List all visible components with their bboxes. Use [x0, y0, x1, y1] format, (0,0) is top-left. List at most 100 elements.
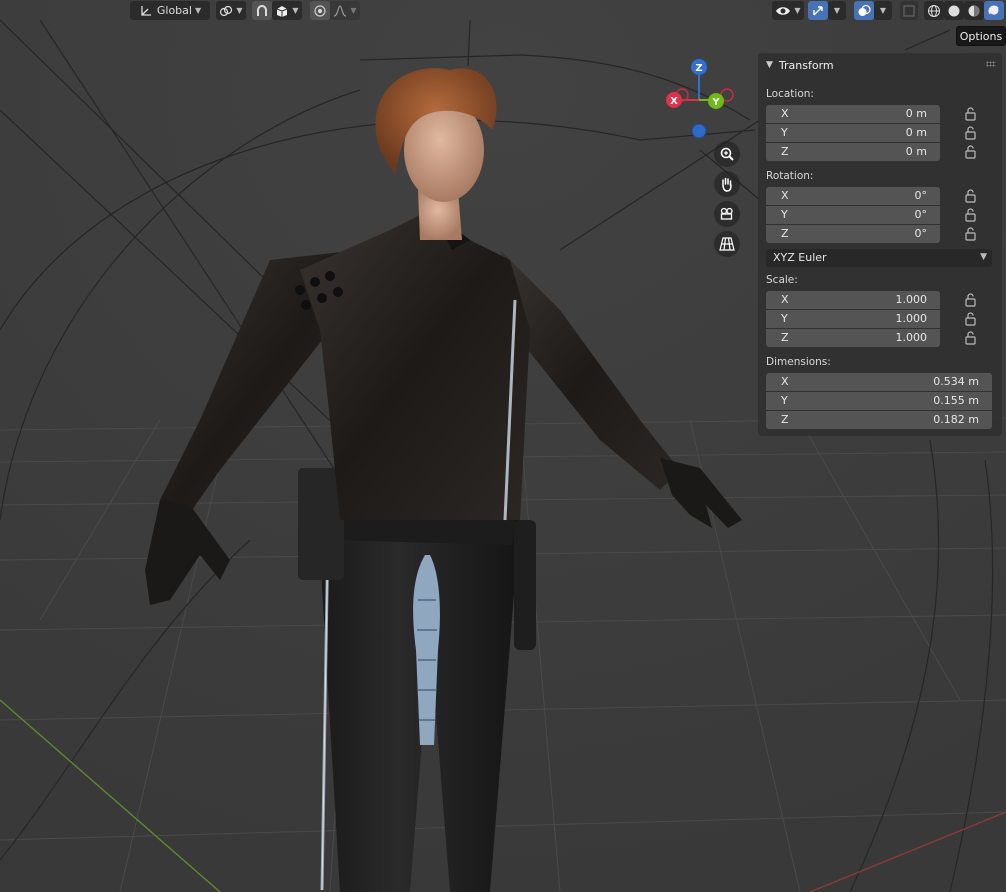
- scale-z-field[interactable]: Z 1.000: [766, 329, 940, 347]
- lock-icon[interactable]: [964, 126, 977, 140]
- shading-solid[interactable]: [944, 1, 964, 20]
- zoom-button[interactable]: [714, 141, 740, 167]
- snap-toggle[interactable]: [252, 1, 272, 20]
- axis-label: X: [781, 189, 789, 202]
- dimensions-y-field[interactable]: Y 0.155 m: [766, 392, 992, 410]
- rotation-y-field[interactable]: Y 0°: [766, 206, 940, 224]
- y-axis-label: Y: [711, 97, 720, 108]
- overlays-dropdown[interactable]: ▼: [874, 1, 892, 20]
- axis-label: Y: [781, 312, 788, 325]
- material-preview-shading-icon: [968, 5, 980, 16]
- grid-perspective-icon: [719, 237, 735, 251]
- location-z-field[interactable]: Z 0 m: [766, 143, 940, 161]
- xray-toggle[interactable]: [900, 1, 918, 20]
- field-value: 0 m: [905, 126, 927, 139]
- lock-icon[interactable]: [964, 189, 977, 203]
- xray-icon: [903, 4, 915, 17]
- overlays-icon: [858, 4, 871, 16]
- lock-icon[interactable]: [964, 293, 977, 307]
- rendered-shading-icon: [988, 5, 1001, 17]
- zoom-icon: [720, 147, 734, 161]
- axis-label: Z: [781, 227, 789, 240]
- proportional-edit-toggle[interactable]: [310, 1, 330, 20]
- transform-orientation-dropdown[interactable]: Global ▼: [130, 1, 210, 20]
- axis-label: Y: [781, 394, 788, 407]
- axis-label: Z: [781, 145, 789, 158]
- lock-icon[interactable]: [964, 208, 977, 222]
- location-x-field[interactable]: X 0 m: [766, 105, 940, 123]
- panel-drag-grip-icon[interactable]: [986, 61, 996, 67]
- scale-label: Scale:: [766, 274, 798, 286]
- transform-orientation-icon: [141, 5, 151, 16]
- shading-material-preview[interactable]: [964, 1, 984, 20]
- pan-button[interactable]: [714, 171, 740, 197]
- axis-label: Z: [781, 331, 789, 344]
- field-value: 0°: [914, 208, 928, 221]
- proportional-falloff-dropdown[interactable]: ▼: [330, 1, 360, 20]
- lock-icon[interactable]: [964, 145, 977, 159]
- rotation-mode-value: XYZ Euler: [773, 251, 827, 264]
- lock-icon[interactable]: [964, 312, 977, 326]
- viewport-header: Global ▼ ▼ ▼ ▼ ▼ ▼ ▼: [0, 0, 1006, 22]
- wireframe-shading-icon: [928, 4, 940, 17]
- snap-target-dropdown[interactable]: ▼: [272, 1, 302, 20]
- axis-label: Y: [781, 126, 788, 139]
- location-label: Location:: [766, 88, 814, 100]
- dimensions-x-field[interactable]: X 0.534 m: [766, 373, 992, 391]
- gizmo-toggle[interactable]: [808, 1, 828, 20]
- axis-label: X: [781, 293, 789, 306]
- axis-label: Z: [781, 413, 789, 426]
- field-value: 1.000: [895, 331, 928, 344]
- chevron-down-icon: ▼: [350, 6, 357, 15]
- overlays-toggle[interactable]: [854, 1, 874, 20]
- x-axis-label: X: [670, 96, 678, 107]
- proportional-edit-icon: [314, 4, 326, 17]
- lock-icon[interactable]: [964, 227, 977, 241]
- eye-visibility-icon: [776, 6, 791, 15]
- scale-x-field[interactable]: X 1.000: [766, 291, 940, 309]
- lock-icon[interactable]: [964, 107, 977, 121]
- z-axis-label: Z: [695, 63, 702, 74]
- transform-panel-header[interactable]: ▼ Transform: [766, 57, 834, 73]
- snap-magnet-icon: [257, 4, 267, 16]
- axis-label: Y: [781, 208, 788, 221]
- z-negative-axis[interactable]: [691, 123, 707, 138]
- location-y-field[interactable]: Y 0 m: [766, 124, 940, 142]
- solid-shading-icon: [948, 5, 960, 16]
- hand-pan-icon: [722, 177, 732, 192]
- perspective-toggle-button[interactable]: [714, 231, 740, 257]
- chevron-down-icon: ▼: [980, 252, 987, 262]
- field-value: 0.534 m: [933, 375, 979, 388]
- tooltip-text: Options: [959, 29, 1003, 43]
- camera-view-button[interactable]: [714, 201, 740, 227]
- gizmo-toggle-icon: [813, 5, 823, 15]
- chevron-down-icon: ▼: [794, 6, 801, 15]
- chevron-down-icon: ▼: [236, 6, 243, 15]
- field-value: 0°: [914, 227, 928, 240]
- options-tooltip: Options: [956, 26, 1006, 46]
- rotation-mode-select[interactable]: XYZ Euler ▼: [766, 249, 992, 267]
- rotation-z-field[interactable]: Z 0°: [766, 225, 940, 243]
- axis-label: X: [781, 375, 789, 388]
- navigation-gizmo[interactable]: Z X Y: [660, 58, 740, 138]
- visibility-dropdown[interactable]: ▼: [772, 1, 804, 20]
- shading-rendered[interactable]: [984, 1, 1004, 20]
- chevron-down-icon: ▼: [194, 6, 202, 15]
- 3d-viewport[interactable]: Global ▼ ▼ ▼ ▼ ▼ ▼ ▼ Options Z X Y ▼ Tra…: [0, 0, 1006, 892]
- camera-icon: [720, 207, 733, 220]
- dimensions-z-field[interactable]: Z 0.182 m: [766, 411, 992, 429]
- gizmo-dropdown[interactable]: ▼: [828, 1, 846, 20]
- field-value: 0.182 m: [933, 413, 979, 426]
- chevron-down-icon: ▼: [879, 6, 887, 15]
- falloff-curve-icon: [334, 4, 347, 17]
- lock-icon[interactable]: [964, 331, 977, 345]
- shading-wireframe[interactable]: [924, 1, 944, 20]
- field-value: 0.155 m: [933, 394, 979, 407]
- pivot-point-icon: [220, 5, 233, 16]
- pivot-point-dropdown[interactable]: ▼: [216, 1, 246, 20]
- axis-label: X: [781, 107, 789, 120]
- field-value: 0°: [914, 189, 928, 202]
- rotation-x-field[interactable]: X 0°: [766, 187, 940, 205]
- scale-y-field[interactable]: Y 1.000: [766, 310, 940, 328]
- dimensions-label: Dimensions:: [766, 356, 831, 368]
